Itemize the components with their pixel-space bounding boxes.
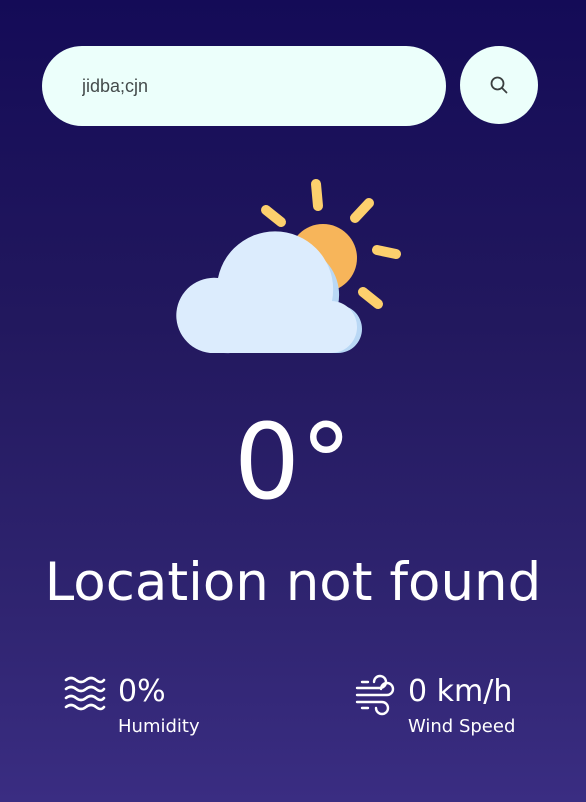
partly-cloudy-icon xyxy=(176,179,401,354)
humidity-stat: 0% Humidity xyxy=(64,672,200,740)
city-name: Location not found xyxy=(44,552,542,613)
search-input[interactable] xyxy=(82,75,412,97)
wind-value: 0 km/h xyxy=(408,674,513,709)
search-icon xyxy=(490,76,508,94)
humidity-value: 0% xyxy=(118,674,166,709)
search-button[interactable] xyxy=(460,46,538,124)
wind-label: Wind Speed xyxy=(408,716,516,737)
humidity-icon xyxy=(64,676,106,711)
temperature: 0° xyxy=(233,401,353,523)
wind-icon xyxy=(355,674,395,716)
humidity-label: Humidity xyxy=(118,716,200,737)
wind-stat: 0 km/h Wind Speed xyxy=(354,672,515,740)
search-bar[interactable] xyxy=(42,46,446,126)
